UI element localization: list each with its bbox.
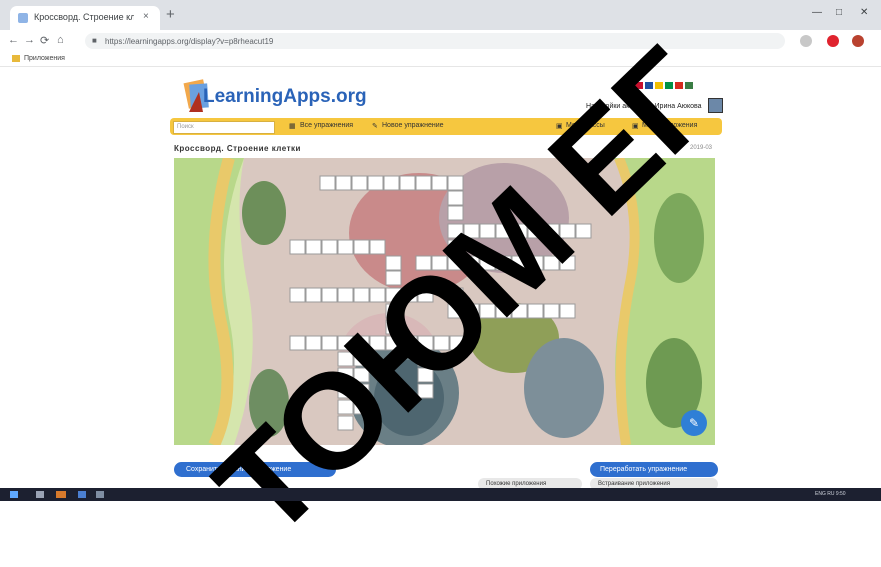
- system-tray[interactable]: ENG RU 9:50: [815, 491, 846, 497]
- favicon-icon: [18, 13, 28, 23]
- profile-icon[interactable]: [852, 35, 864, 47]
- search-icon[interactable]: [36, 491, 44, 498]
- windows-taskbar: ENG RU 9:50: [0, 488, 881, 501]
- page-title: Кроссворд. Строение клетки: [174, 144, 301, 153]
- close-window-button[interactable]: ✕: [860, 7, 868, 18]
- lock-icon: ■: [92, 36, 97, 45]
- bookmark-apps[interactable]: Приложения: [24, 55, 65, 62]
- apps-icon: [12, 55, 20, 62]
- browser-tab-bar: Кроссворд. Строение клетки × + — □ ✕: [0, 0, 881, 30]
- minimize-button[interactable]: —: [812, 7, 822, 18]
- address-bar[interactable]: ■ https://learningapps.org/display?v=p8r…: [85, 33, 785, 49]
- search-input[interactable]: Поиск: [173, 121, 275, 134]
- site-logo[interactable]: LearningApps.org: [203, 86, 367, 108]
- search-placeholder: Поиск: [177, 124, 194, 130]
- tab-title: Кроссворд. Строение клетки: [34, 12, 134, 22]
- edit-icon[interactable]: ✎: [681, 410, 707, 436]
- windows-start-icon[interactable]: [10, 491, 18, 498]
- pinterest-icon[interactable]: [827, 35, 839, 47]
- maximize-button[interactable]: □: [836, 7, 842, 18]
- reload-icon[interactable]: ⟳: [40, 34, 49, 47]
- forward-icon[interactable]: →: [24, 34, 35, 46]
- pencil-icon: ✎: [372, 123, 378, 130]
- app-taskbar-icon[interactable]: [96, 491, 104, 498]
- nav-all-exercises[interactable]: Все упражнения: [300, 122, 353, 129]
- chrome-taskbar-icon[interactable]: [56, 491, 66, 498]
- tab-close-icon[interactable]: ×: [143, 11, 149, 22]
- explorer-taskbar-icon[interactable]: [78, 491, 86, 498]
- extension-icon[interactable]: [800, 35, 812, 47]
- rework-exercise-button[interactable]: Переработать упражнение: [590, 462, 718, 477]
- grid-icon: ▦: [289, 123, 296, 130]
- browser-toolbar: ← → ⟳ ⌂ ■ https://learningapps.org/displ…: [0, 30, 881, 52]
- browser-tab[interactable]: Кроссворд. Строение клетки ×: [10, 6, 160, 30]
- back-icon[interactable]: ←: [8, 34, 19, 46]
- home-icon[interactable]: ⌂: [57, 34, 64, 46]
- bookmarks-bar: Приложения: [0, 52, 881, 67]
- url-text: https://learningapps.org/display?v=p8rhe…: [105, 37, 274, 46]
- new-tab-button[interactable]: +: [166, 6, 175, 23]
- nav-new-exercise[interactable]: Новое упражнение: [382, 122, 444, 129]
